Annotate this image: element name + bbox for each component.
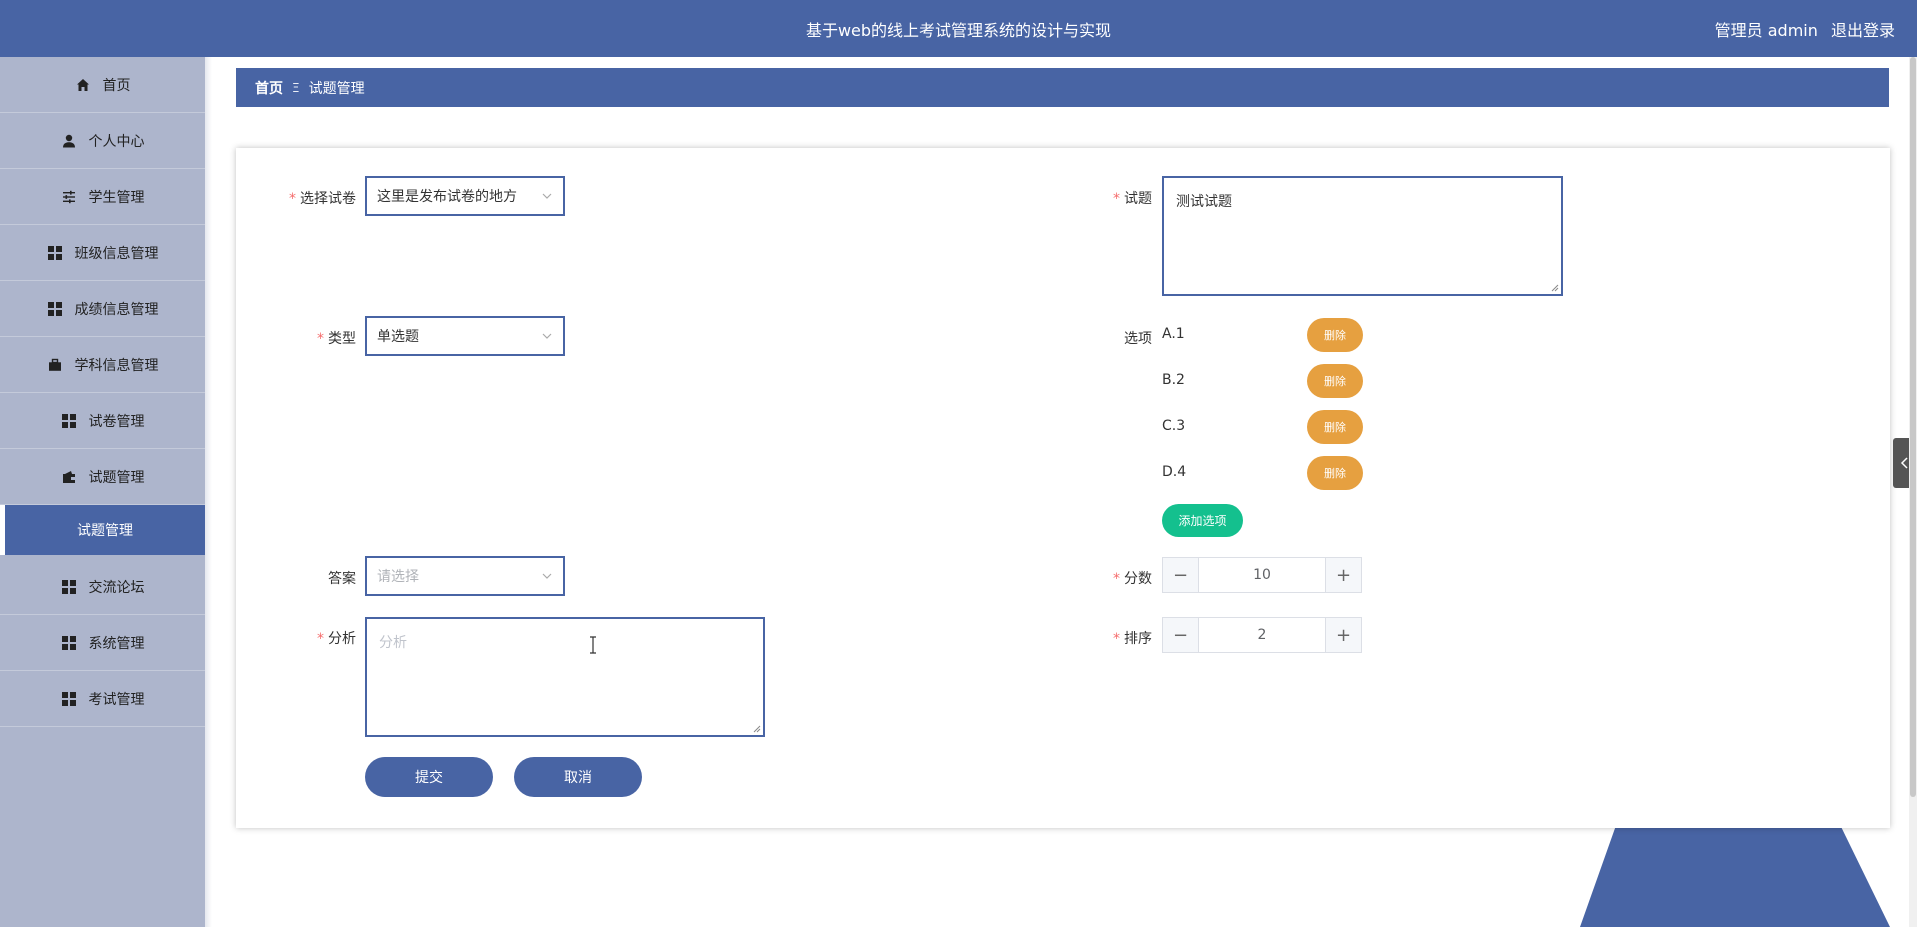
sidebar-item-papers[interactable]: 试卷管理 bbox=[0, 393, 205, 449]
option-item-a: A.1 bbox=[1162, 326, 1185, 342]
delete-option-button[interactable]: 删除 bbox=[1307, 364, 1363, 398]
answer-select[interactable]: 请选择 bbox=[365, 556, 565, 596]
sidebar-item-subjects[interactable]: 学科信息管理 bbox=[0, 337, 205, 393]
sidebar-item-questions[interactable]: 试题管理 bbox=[0, 449, 205, 505]
sidebar-item-label: 学生管理 bbox=[88, 189, 145, 206]
logout-link[interactable]: 退出登录 bbox=[1831, 21, 1895, 40]
sidebar-item-classes[interactable]: 班级信息管理 bbox=[0, 225, 205, 281]
score-label: * 分数 bbox=[1113, 571, 1152, 587]
sidebar-item-label: 班级信息管理 bbox=[74, 245, 159, 262]
sidebar-item-system[interactable]: 系统管理 bbox=[0, 615, 205, 671]
delete-option-button[interactable]: 删除 bbox=[1307, 410, 1363, 444]
option-item-d: D.4 bbox=[1162, 464, 1187, 480]
plus-icon[interactable]: + bbox=[1325, 618, 1361, 652]
briefcase-icon bbox=[47, 357, 63, 373]
options-label: 选项 bbox=[1124, 331, 1152, 347]
sidebar-item-exams[interactable]: 考试管理 bbox=[0, 671, 205, 727]
option-item-b: B.2 bbox=[1162, 372, 1185, 388]
text-cursor-icon bbox=[590, 636, 596, 654]
question-form-card: * 选择试卷 这里是发布试卷的地方 * 类型 单选题 答案 请选择 * 分析 分析 提… bbox=[236, 148, 1890, 828]
page-scrollbar[interactable] bbox=[1909, 57, 1917, 927]
paper-select-value: 这里是发布试卷的地方 bbox=[377, 189, 517, 205]
user-label: 管理员 admin bbox=[1714, 21, 1818, 40]
grid-icon bbox=[47, 301, 63, 317]
wallet-icon bbox=[61, 469, 77, 485]
breadcrumb-separator: Ξ bbox=[292, 80, 300, 95]
sidebar-item-label: 试卷管理 bbox=[88, 413, 145, 430]
sidebar-item-label: 考试管理 bbox=[88, 691, 145, 708]
minus-icon[interactable]: − bbox=[1163, 558, 1199, 592]
resize-grip-icon bbox=[753, 725, 761, 733]
submit-button[interactable]: 提交 bbox=[365, 757, 493, 797]
home-icon bbox=[75, 77, 91, 93]
paper-label: * 选择试卷 bbox=[289, 191, 356, 207]
grid-icon bbox=[47, 245, 63, 261]
sidebar: 首页 个人中心 学生管理 班级信息管理 成绩信息管理 学科信息管理 试卷管理 试… bbox=[0, 57, 205, 927]
option-item-c: C.3 bbox=[1162, 418, 1186, 434]
order-stepper: − 2 + bbox=[1162, 617, 1362, 653]
chevron-down-icon bbox=[542, 333, 552, 339]
add-option-button[interactable]: 添加选项 bbox=[1162, 504, 1243, 537]
sidebar-item-forum[interactable]: 交流论坛 bbox=[0, 559, 205, 615]
sliders-icon bbox=[61, 189, 77, 205]
paper-select[interactable]: 这里是发布试卷的地方 bbox=[365, 176, 565, 216]
sidebar-subitem-label: 试题管理 bbox=[77, 523, 133, 539]
user-icon bbox=[61, 133, 77, 149]
scrollbar-thumb[interactable] bbox=[1910, 57, 1916, 797]
breadcrumb-current: 试题管理 bbox=[308, 80, 365, 97]
score-stepper: − 10 + bbox=[1162, 557, 1362, 593]
sidebar-item-label: 交流论坛 bbox=[88, 579, 145, 596]
grid-icon bbox=[61, 691, 77, 707]
delete-option-button[interactable]: 删除 bbox=[1307, 456, 1363, 490]
answer-label: 答案 bbox=[328, 571, 356, 587]
sidebar-item-label: 首页 bbox=[102, 77, 131, 94]
resize-grip-icon bbox=[1551, 284, 1559, 292]
analysis-label: * 分析 bbox=[317, 631, 356, 647]
sidebar-item-grades[interactable]: 成绩信息管理 bbox=[0, 281, 205, 337]
chevron-down-icon bbox=[542, 573, 552, 579]
breadcrumb: 首页 Ξ 试题管理 bbox=[236, 68, 1889, 107]
type-select[interactable]: 单选题 bbox=[365, 316, 565, 356]
question-label: * 试题 bbox=[1113, 191, 1152, 207]
cancel-button[interactable]: 取消 bbox=[514, 757, 642, 797]
app-title: 基于web的线上考试管理系统的设计与实现 bbox=[805, 21, 1112, 40]
sidebar-subitem-questions[interactable]: 试题管理 bbox=[0, 505, 205, 555]
type-label: * 类型 bbox=[317, 331, 356, 347]
order-label: * 排序 bbox=[1113, 631, 1152, 647]
grid-icon bbox=[61, 579, 77, 595]
sidebar-item-label: 成绩信息管理 bbox=[74, 301, 159, 318]
top-header: 基于web的线上考试管理系统的设计与实现 管理员 admin 退出登录 bbox=[0, 0, 1917, 57]
sidebar-item-label: 个人中心 bbox=[88, 133, 145, 150]
sidebar-item-home[interactable]: 首页 bbox=[0, 57, 205, 113]
question-textarea[interactable]: 测试试题 bbox=[1162, 176, 1563, 296]
type-select-value: 单选题 bbox=[377, 329, 419, 345]
sidebar-item-label: 试题管理 bbox=[88, 469, 145, 486]
sidebar-item-profile[interactable]: 个人中心 bbox=[0, 113, 205, 169]
chevron-down-icon bbox=[542, 193, 552, 199]
breadcrumb-home[interactable]: 首页 bbox=[255, 78, 283, 98]
score-input[interactable]: 10 bbox=[1199, 558, 1325, 592]
grid-icon bbox=[61, 413, 77, 429]
minus-icon[interactable]: − bbox=[1163, 618, 1199, 652]
sidebar-item-label: 学科信息管理 bbox=[74, 357, 159, 374]
user-area: 管理员 admin 退出登录 bbox=[1707, 17, 1895, 41]
delete-option-button[interactable]: 删除 bbox=[1307, 318, 1363, 352]
analysis-placeholder: 分析 bbox=[379, 635, 407, 651]
answer-select-placeholder: 请选择 bbox=[377, 569, 419, 585]
plus-icon[interactable]: + bbox=[1325, 558, 1361, 592]
sidebar-item-students[interactable]: 学生管理 bbox=[0, 169, 205, 225]
question-value: 测试试题 bbox=[1176, 194, 1232, 210]
order-input[interactable]: 2 bbox=[1199, 618, 1325, 652]
sidebar-item-label: 系统管理 bbox=[88, 635, 145, 652]
grid-icon bbox=[61, 635, 77, 651]
analysis-textarea[interactable]: 分析 bbox=[365, 617, 765, 737]
sidebar-shadow bbox=[205, 57, 212, 927]
